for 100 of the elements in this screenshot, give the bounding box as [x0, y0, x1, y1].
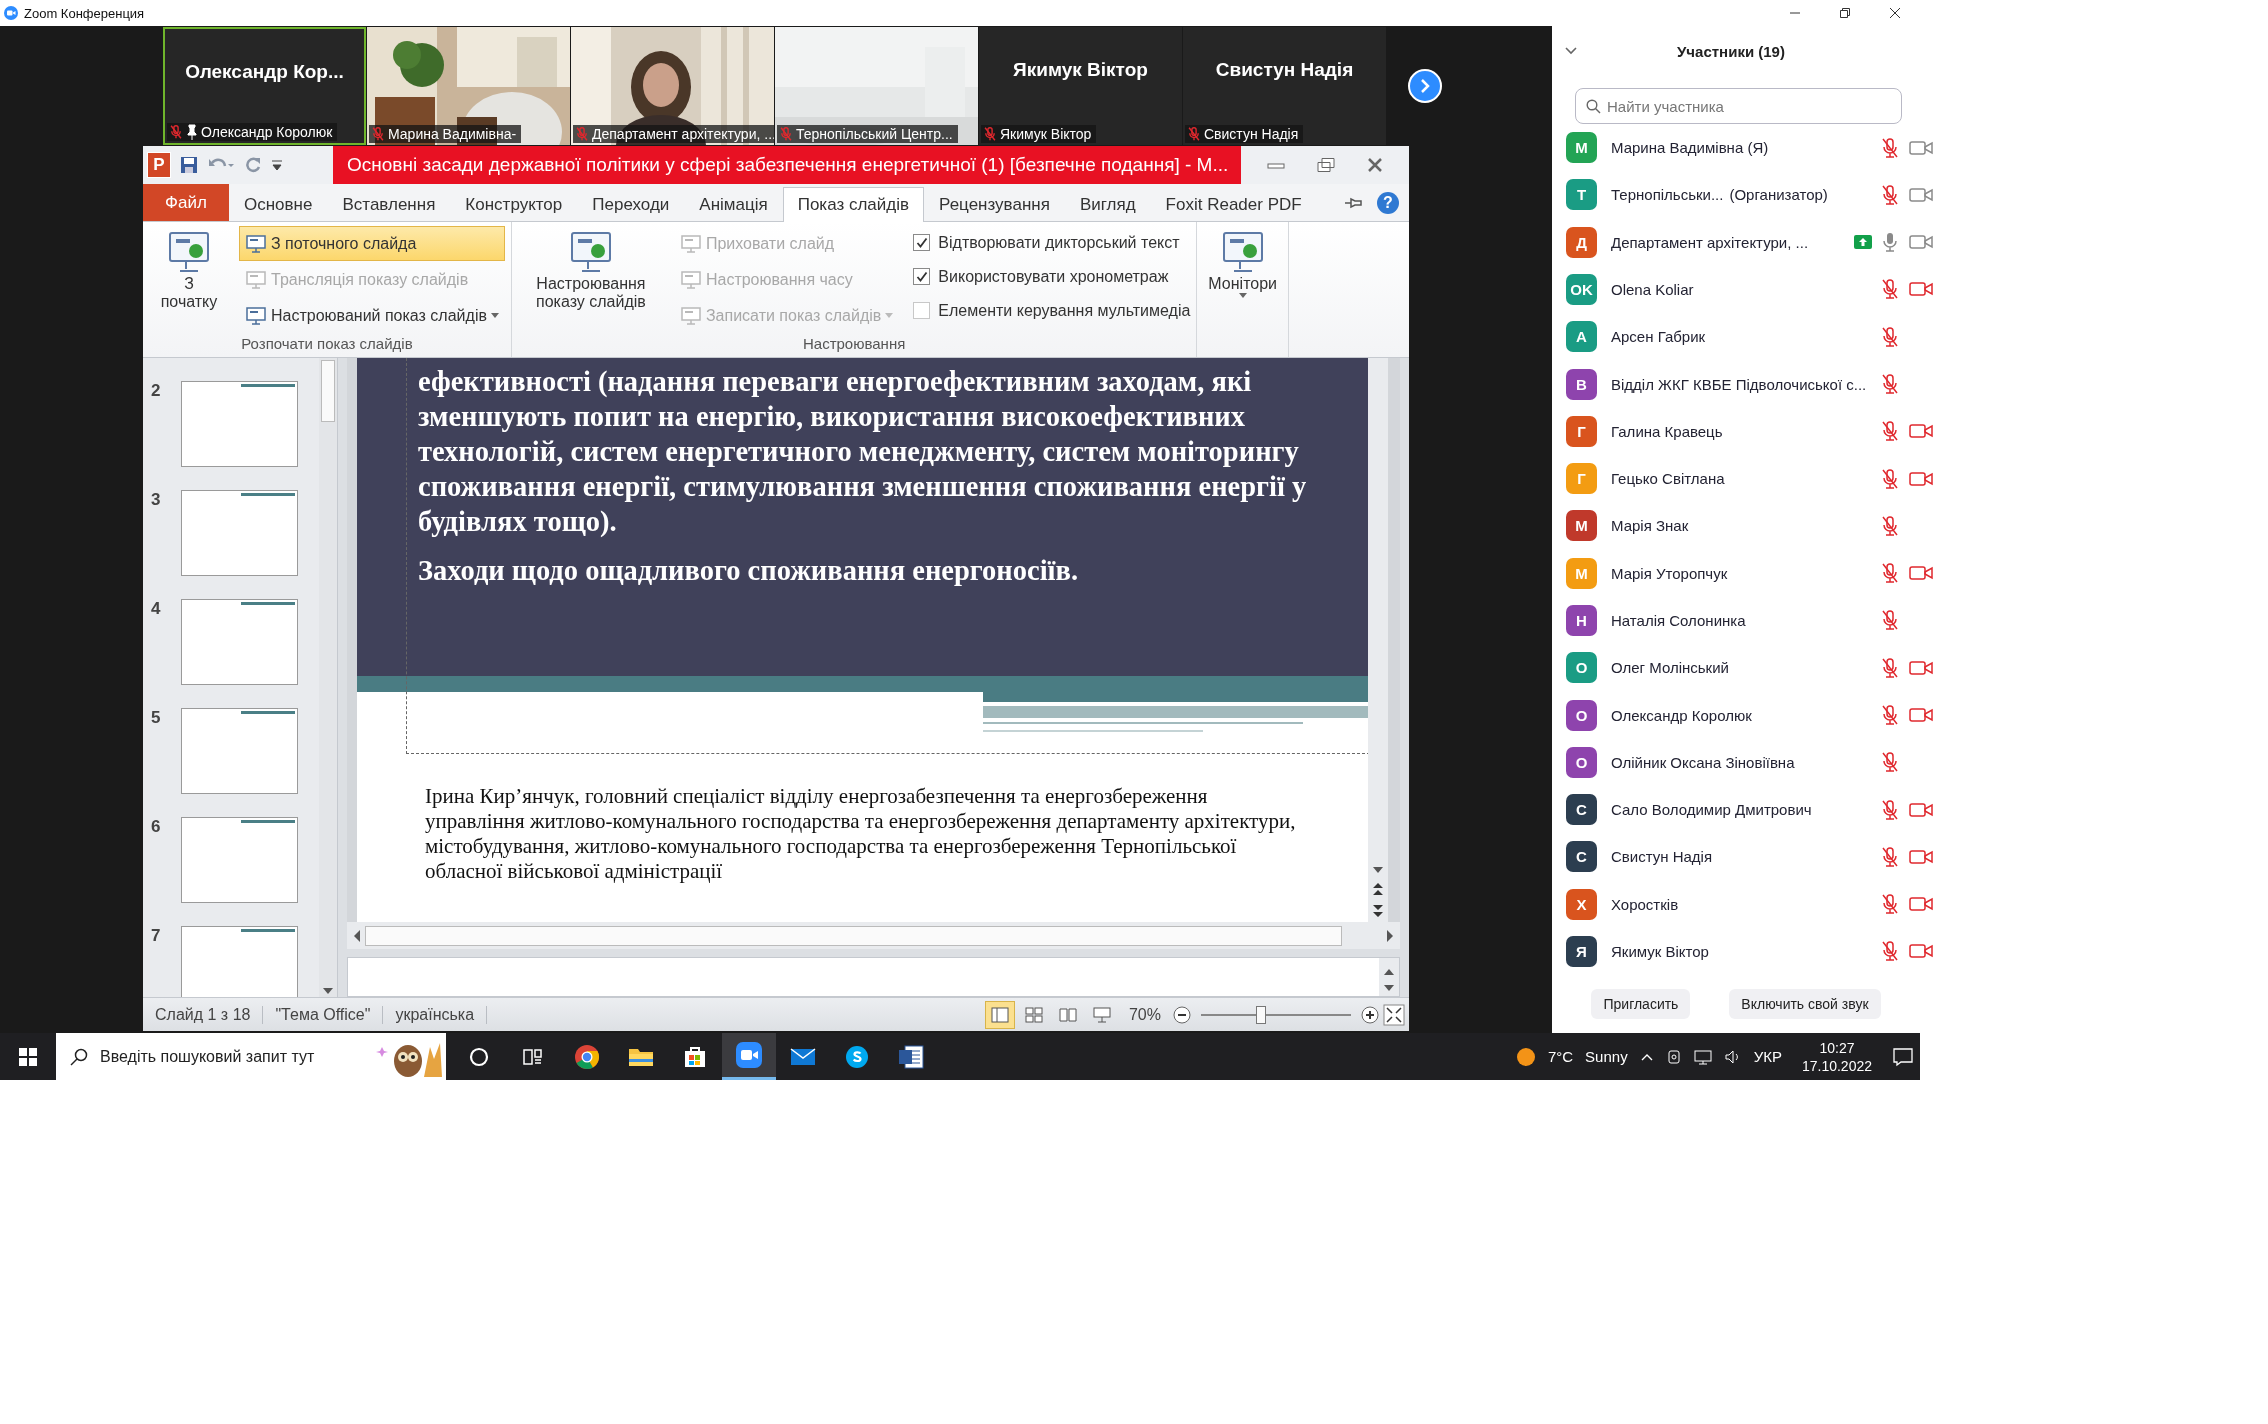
participant-row[interactable]: Г Галина Кравець [1552, 407, 1939, 455]
panel-button[interactable]: Включить свой звук [1729, 989, 1881, 1019]
panel-button[interactable]: Пригласить [1591, 989, 1691, 1019]
presentation-icon[interactable] [166, 229, 212, 275]
video-tile[interactable]: Якимук Віктор Якимук Віктор [979, 27, 1182, 145]
scroll-down-icon[interactable] [1373, 866, 1383, 874]
video-tile[interactable]: Олександр Кор... Олександр Королюк [163, 27, 366, 145]
ribbon-button[interactable]: З поточного слайда [239, 226, 505, 261]
video-tile[interactable]: Тернопільський Центр... [775, 27, 978, 145]
ribbon-button[interactable]: Монітори [1203, 226, 1283, 302]
slide-thumbnail[interactable] [181, 926, 298, 997]
ribbon-tab[interactable]: Foxit Reader PDF [1150, 187, 1317, 221]
ribbon-tab[interactable]: Вигляд [1064, 187, 1151, 221]
muted-mic-icon[interactable] [1880, 798, 1901, 821]
language-indicator[interactable]: УКР [1753, 1048, 1782, 1065]
scroll-up-icon[interactable] [1384, 968, 1394, 976]
zoom-level[interactable]: 70% [1128, 1005, 1161, 1024]
scrollbar[interactable] [347, 922, 1400, 949]
video-tile[interactable]: Департамент архітектури, ... [571, 27, 774, 145]
slide-thumbnail[interactable] [181, 490, 298, 576]
muted-mic-icon[interactable] [1880, 467, 1901, 490]
windows-start-icon[interactable] [19, 1047, 37, 1066]
notification-icon[interactable] [1892, 1046, 1914, 1067]
normal-view-button[interactable] [984, 1000, 1015, 1029]
participant-row[interactable]: В Відділ ЖКГ КВБЕ Підволочиської с... [1552, 360, 1939, 408]
participant-row[interactable]: М Марина Вадимівна (Я) [1552, 124, 1939, 172]
previous-slide-icon[interactable] [1372, 882, 1384, 896]
muted-mic-icon[interactable] [1880, 893, 1901, 916]
participant-row[interactable]: Н Наталія Солонинка [1552, 596, 1939, 645]
scroll-down-icon[interactable] [323, 987, 333, 995]
muted-mic-icon[interactable] [1880, 609, 1901, 632]
muted-mic-icon[interactable] [1880, 940, 1901, 963]
participant-row[interactable]: Т Тернопільськи... (Организатор) [1552, 171, 1939, 219]
video-tile[interactable]: Свистун Надія Свистун Надія [1183, 27, 1386, 145]
slide-thumbnail[interactable] [181, 817, 298, 903]
help-button[interactable]: ? [1377, 191, 1399, 214]
next-page-button[interactable] [1408, 69, 1442, 103]
participant-row[interactable]: Д Департамент архітектури, ... [1552, 218, 1939, 266]
participant-row[interactable]: О Олійник Оксана Зіновіївна [1552, 738, 1939, 786]
participant-row[interactable]: А Арсен Габрик [1552, 313, 1939, 361]
ribbon-tab[interactable]: Анімація [684, 187, 783, 221]
muted-mic-icon[interactable] [1880, 373, 1901, 396]
redo-icon[interactable] [243, 155, 263, 175]
search-field[interactable]: Найти участника [1575, 88, 1902, 124]
caret-icon[interactable] [1238, 293, 1247, 299]
skype-icon[interactable] [845, 1044, 869, 1069]
ribbon-tab[interactable]: Переходи [577, 187, 685, 221]
save-icon[interactable] [179, 155, 199, 175]
scroll-down-icon[interactable] [1384, 984, 1394, 992]
slide-thumbnail[interactable] [181, 599, 298, 685]
device-icon[interactable] [1665, 1048, 1682, 1065]
close-icon[interactable] [1889, 7, 1901, 19]
restore-icon[interactable] [1839, 7, 1851, 19]
muted-mic-icon[interactable] [1880, 656, 1901, 679]
scrollbar-thumb[interactable] [365, 925, 1342, 946]
caret-icon[interactable] [490, 312, 499, 319]
camera-off-icon[interactable] [1908, 705, 1935, 725]
ribbon-tab[interactable]: Вставлення [327, 187, 451, 221]
document-icon[interactable] [898, 1044, 924, 1069]
ribbon-tab[interactable]: Основне [229, 187, 328, 221]
zoom-in-icon[interactable] [1361, 1005, 1379, 1024]
restore-button[interactable] [1316, 157, 1336, 173]
muted-mic-icon[interactable] [1880, 278, 1901, 301]
muted-mic-icon[interactable] [1880, 136, 1901, 159]
cortana-icon[interactable] [468, 1045, 490, 1068]
zoom-out-icon[interactable] [1173, 1005, 1191, 1024]
close-button[interactable] [1366, 157, 1384, 173]
collapse-icon[interactable] [1564, 46, 1578, 56]
chrome-icon[interactable] [574, 1043, 600, 1070]
muted-mic-icon[interactable] [1880, 562, 1901, 585]
participant-row[interactable]: Я Якимук Віктор [1552, 927, 1939, 976]
mail-icon[interactable] [790, 1046, 816, 1067]
ribbon-button[interactable]: Настроювання показу слайдів [517, 226, 664, 314]
scroll-right-icon[interactable] [1386, 929, 1394, 942]
weather-label[interactable]: Sunny [1585, 1048, 1628, 1065]
grid-icon[interactable] [1024, 1006, 1043, 1023]
video-tile[interactable]: Марина Вадимівна- [367, 27, 570, 145]
muted-mic-icon[interactable] [1880, 704, 1901, 726]
slide-thumbnail[interactable] [181, 381, 298, 467]
sun-icon[interactable] [1515, 1046, 1536, 1067]
muted-mic-icon[interactable] [1880, 514, 1901, 537]
scrollbar[interactable] [1368, 358, 1388, 922]
projector-screen-icon[interactable] [1092, 1006, 1111, 1023]
ribbon-tab[interactable]: Рецензування [924, 187, 1065, 221]
scroll-left-icon[interactable] [353, 929, 361, 942]
ribbon-tab[interactable]: Конструктор [450, 187, 578, 221]
ribbon-button[interactable]: З початку [149, 226, 229, 314]
participant-row[interactable]: М Марія Уторопчук [1552, 549, 1939, 597]
video-camera-icon[interactable] [736, 1042, 762, 1068]
participant-row[interactable]: С Сало Володимир Дмитрович [1552, 785, 1939, 834]
ribbon-tab[interactable]: Файл [143, 184, 229, 221]
muted-mic-icon[interactable] [1880, 325, 1901, 348]
muted-mic-icon[interactable] [1880, 845, 1901, 868]
slide-thumbnail[interactable] [181, 708, 298, 794]
muted-mic-icon[interactable] [1880, 751, 1901, 774]
next-slide-icon[interactable] [1372, 904, 1384, 918]
store-icon[interactable] [683, 1044, 707, 1069]
participant-row[interactable]: OK Olena Koliar [1552, 265, 1939, 314]
temperature[interactable]: 7°C [1547, 1048, 1574, 1065]
ribbon-tab[interactable]: Показ слайдів [782, 187, 925, 222]
